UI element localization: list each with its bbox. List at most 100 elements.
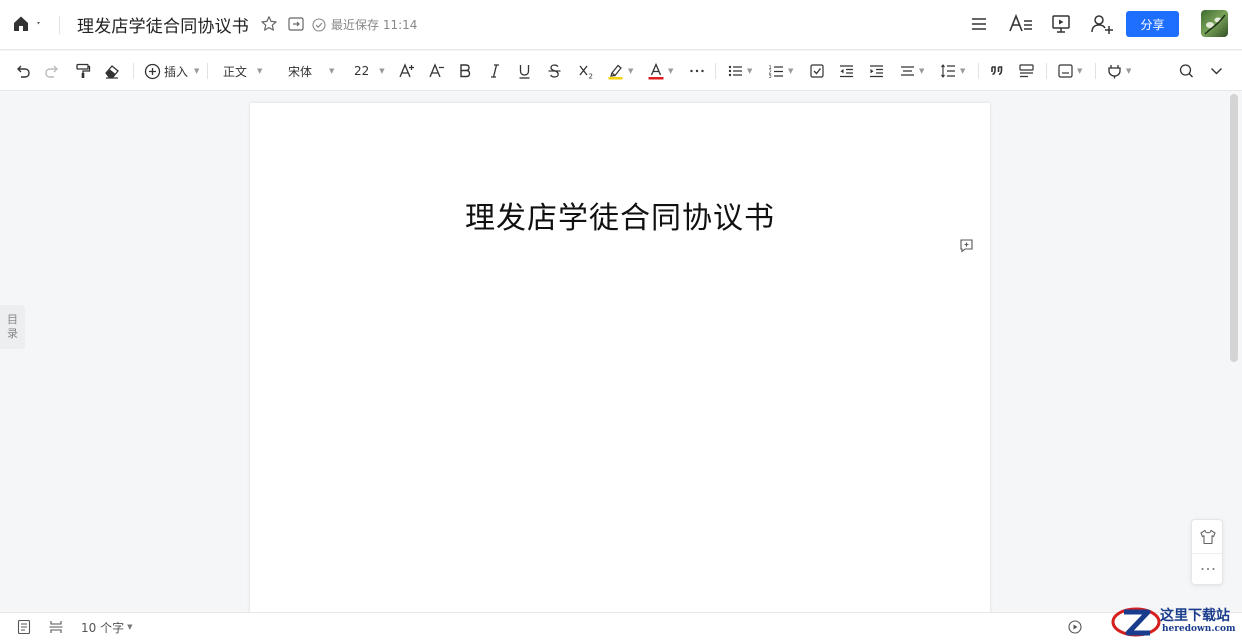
block-icon: [1058, 64, 1073, 78]
subscript-icon: 2: [579, 65, 593, 80]
print-layout-button[interactable]: [48, 619, 64, 635]
redo-icon: [45, 65, 58, 78]
insert-label: 插入: [164, 64, 189, 79]
paragraph-style-select[interactable]: 正文 ▼: [223, 61, 262, 81]
font-family-select[interactable]: 宋体 ▼: [288, 61, 334, 81]
subscript-button[interactable]: 2: [577, 61, 595, 81]
font-size-value: 22: [354, 64, 370, 78]
document-page[interactable]: 理发店学徒合同协议书: [250, 103, 990, 623]
site-watermark: 这里下载站 heredown.com: [1110, 603, 1242, 640]
horizontal-rule-icon: [1019, 64, 1034, 78]
font-style-icon: [1009, 13, 1032, 32]
add-user-icon: [1091, 15, 1113, 34]
vertical-scrollbar[interactable]: [1230, 94, 1238, 362]
word-count-text: 10 个字: [81, 620, 125, 635]
share-button[interactable]: 分享: [1126, 11, 1179, 37]
redo-button[interactable]: [43, 61, 61, 81]
search-button[interactable]: [1178, 61, 1195, 81]
home-button[interactable]: [12, 14, 42, 34]
font-family-value: 宋体: [288, 64, 313, 79]
home-icon: [14, 16, 40, 31]
insert-menu[interactable]: 插入 ▼: [144, 61, 199, 81]
numbered-list-button[interactable]: 123 ▼: [768, 61, 794, 81]
indent-button[interactable]: [868, 61, 885, 81]
underline-button[interactable]: [516, 61, 533, 81]
plus-circle-icon: [144, 63, 161, 79]
toc-toggle[interactable]: 目 录: [0, 305, 25, 349]
strikethrough-button[interactable]: [546, 61, 563, 81]
task-list-button[interactable]: [809, 61, 826, 81]
italic-button[interactable]: [487, 61, 503, 81]
bullet-list-button[interactable]: ▼: [727, 61, 752, 81]
move-button[interactable]: [287, 15, 305, 33]
font-size-select[interactable]: 22 ▼: [354, 61, 385, 81]
watermark-logo-icon: [1111, 607, 1161, 637]
play-circle-icon: [1068, 620, 1082, 634]
chevron-down-icon: ▼: [257, 67, 263, 75]
text-format-button[interactable]: [1008, 13, 1034, 35]
quote-icon: [991, 66, 1003, 76]
bold-icon: [460, 64, 471, 78]
more-format-button[interactable]: [689, 61, 705, 81]
move-to-folder-icon: [288, 17, 304, 31]
star-button[interactable]: [260, 15, 278, 33]
chevron-down-icon: ▼: [668, 67, 674, 75]
chevron-down-icon: ▼: [960, 67, 966, 75]
page-view-button[interactable]: [16, 619, 32, 635]
svg-text:3: 3: [769, 74, 772, 80]
bold-button[interactable]: [457, 61, 473, 81]
document-title[interactable]: 理发店学徒合同协议书: [77, 12, 249, 37]
add-collaborator-button[interactable]: [1090, 13, 1114, 35]
format-painter-button[interactable]: [74, 61, 92, 81]
bullet-list-icon: [728, 65, 742, 77]
clear-format-button[interactable]: [103, 61, 121, 81]
more-horizontal-icon: [690, 69, 704, 73]
collapse-toolbar-button[interactable]: [1208, 61, 1225, 81]
document-heading[interactable]: 理发店学徒合同协议书: [250, 193, 990, 237]
more-tools-button[interactable]: [1199, 562, 1217, 576]
play-button[interactable]: [1067, 619, 1083, 635]
formatting-toolbar: 插入 ▼ 正文 ▼ 宋体 ▼ 22 ▼ 2 ▼ ▼ ▼ 1 2 3 ▼ ▼ ▼ …: [0, 51, 1242, 91]
chevron-down-icon: ▼: [747, 67, 753, 75]
avatar[interactable]: [1201, 10, 1228, 37]
numbered-list-icon: 123: [769, 65, 783, 80]
toc-label-1: 目: [7, 313, 18, 326]
presentation-icon: [1052, 15, 1070, 33]
page-layout-icon: [49, 621, 63, 633]
font-color-button[interactable]: ▼: [647, 61, 673, 81]
watermark-url: heredown.com: [1162, 624, 1236, 634]
strikethrough-icon: [548, 64, 561, 78]
chevron-down-icon: ▼: [379, 67, 385, 75]
present-button[interactable]: [1050, 13, 1072, 35]
chevron-down-icon: ▼: [194, 67, 200, 75]
shirt-icon: [1200, 529, 1216, 545]
menu-button[interactable]: [969, 14, 989, 34]
floating-tool-panel: [1191, 519, 1223, 585]
word-count[interactable]: 10 个字 ▼: [81, 619, 132, 635]
chevron-down-icon: ▼: [1126, 67, 1132, 75]
add-comment-icon: [960, 239, 973, 253]
outdent-button[interactable]: [838, 61, 855, 81]
plug-icon: [1108, 65, 1121, 79]
format-painter-icon: [76, 63, 91, 78]
chevron-down-icon: ▼: [1077, 67, 1083, 75]
checkbox-icon: [810, 64, 824, 78]
font-increase-icon: [399, 63, 414, 78]
quote-button[interactable]: [989, 61, 1006, 81]
add-comment-button[interactable]: [959, 238, 974, 253]
divider-button[interactable]: [1018, 61, 1035, 81]
eraser-icon: [105, 65, 119, 79]
decrease-font-button[interactable]: [428, 61, 446, 81]
font-color-icon: [648, 62, 664, 80]
align-button[interactable]: ▼: [899, 61, 924, 81]
chevron-down-icon: ▼: [788, 67, 794, 75]
undo-button[interactable]: [14, 61, 32, 81]
increase-font-button[interactable]: [398, 61, 416, 81]
underline-icon: [519, 65, 530, 79]
line-spacing-button[interactable]: ▼: [940, 61, 965, 81]
skin-button[interactable]: [1199, 528, 1217, 546]
font-decrease-icon: [429, 63, 444, 78]
insert-block-button[interactable]: ▼: [1057, 61, 1082, 81]
plugin-button[interactable]: ▼: [1106, 61, 1131, 81]
highlight-color-button[interactable]: ▼: [607, 61, 633, 81]
